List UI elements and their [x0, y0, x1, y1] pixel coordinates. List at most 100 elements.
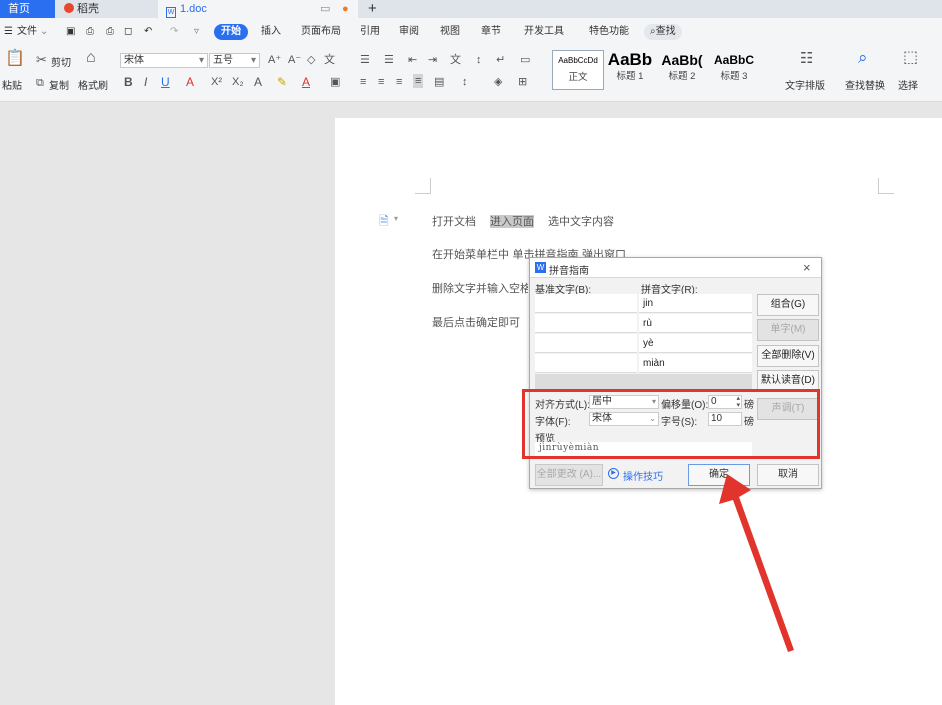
- play-icon[interactable]: ▶: [608, 468, 619, 479]
- redo-icon[interactable]: ↷: [170, 24, 178, 40]
- ruby-text-field[interactable]: rù: [639, 314, 752, 333]
- chinese-layout-icon[interactable]: 文: [450, 53, 461, 67]
- text-layout-button[interactable]: 文字排版: [785, 77, 825, 92]
- menu-review[interactable]: 审阅: [399, 24, 419, 40]
- menu-view[interactable]: 视图: [440, 24, 460, 40]
- ruby-text-field[interactable]: miàn: [639, 354, 752, 373]
- strikethrough-icon[interactable]: A: [186, 75, 194, 89]
- text-layout-icon[interactable]: ☷: [800, 51, 813, 66]
- base-text-field[interactable]: [535, 354, 637, 373]
- superscript-icon[interactable]: X²: [211, 75, 222, 89]
- style-name: 标题 3: [720, 71, 748, 82]
- ruby-text-field[interactable]: jin: [639, 294, 752, 313]
- style-heading-2[interactable]: AaBb( 标题 2: [656, 50, 708, 90]
- show-marks-icon[interactable]: ↵: [496, 53, 505, 67]
- chevron-down-icon[interactable]: ▾: [394, 214, 398, 223]
- base-text-field[interactable]: [535, 314, 637, 333]
- scissors-icon[interactable]: ✂: [36, 53, 47, 67]
- paragraph-handle-icon[interactable]: 🗎: [379, 212, 389, 233]
- select-button[interactable]: 选择: [898, 77, 918, 92]
- undo-icon[interactable]: ↶: [144, 24, 152, 40]
- bold-icon[interactable]: B: [124, 75, 133, 89]
- menu-developer[interactable]: 开发工具: [524, 24, 564, 40]
- menu-insert[interactable]: 插入: [261, 24, 281, 40]
- annotation-arrow: [719, 474, 794, 652]
- align-left-icon[interactable]: ≡: [360, 75, 366, 89]
- format-painter-icon[interactable]: ⌂: [86, 50, 96, 66]
- tips-link[interactable]: 操作技巧: [623, 468, 663, 483]
- align-right-icon[interactable]: ≡: [396, 75, 402, 89]
- shrink-font-icon[interactable]: A⁻: [288, 53, 301, 67]
- ruby-text-field[interactable]: yè: [639, 334, 752, 353]
- menu-search[interactable]: ⌕查找: [644, 24, 682, 40]
- apply-all-button[interactable]: 全部更改 (A)...: [535, 464, 603, 486]
- base-text-field[interactable]: [535, 334, 637, 353]
- menu-references[interactable]: 引用: [360, 24, 380, 40]
- chevron-down-icon[interactable]: ⌄: [40, 24, 48, 40]
- comment-icon[interactable]: ▭: [320, 0, 330, 18]
- increase-indent-icon[interactable]: ⇥: [428, 53, 437, 67]
- underline-icon[interactable]: U: [161, 75, 170, 89]
- dialog-title-bar[interactable]: W 拼音指南 ×: [530, 258, 821, 278]
- more-icon[interactable]: ▿: [194, 24, 199, 40]
- italic-icon[interactable]: I: [144, 75, 147, 89]
- pinyin-guide-icon[interactable]: 文: [324, 53, 335, 67]
- cut-button[interactable]: 剪切: [51, 54, 71, 69]
- menu-start[interactable]: 开始: [214, 24, 248, 40]
- grow-font-icon[interactable]: A⁺: [268, 53, 281, 67]
- print-icon[interactable]: ⎙: [106, 24, 114, 40]
- char-border-icon[interactable]: ▣: [330, 75, 340, 89]
- sort-icon[interactable]: ↕: [476, 53, 482, 67]
- decrease-indent-icon[interactable]: ⇤: [408, 53, 417, 67]
- text-effect-icon[interactable]: A: [254, 75, 262, 89]
- align-center-icon[interactable]: ≡: [378, 75, 384, 89]
- numbered-list-icon[interactable]: ☰: [384, 53, 394, 67]
- line-spacing-icon[interactable]: ↕: [462, 75, 468, 89]
- daoke-icon: [64, 3, 74, 13]
- tab-document[interactable]: W 1.doc ▭ ●: [158, 0, 358, 18]
- export-icon[interactable]: ⎙: [86, 24, 94, 40]
- subscript-icon[interactable]: X₂: [232, 75, 244, 89]
- save-icon[interactable]: ▣: [66, 24, 75, 40]
- menu-page-layout[interactable]: 页面布局: [301, 24, 341, 40]
- font-color-icon[interactable]: A: [302, 75, 310, 89]
- border-icon[interactable]: ⊞: [518, 75, 527, 89]
- doc-selected-text[interactable]: 进入页面: [490, 215, 534, 228]
- font-size-select[interactable]: 五号 ▾: [209, 53, 260, 68]
- tab-daoke[interactable]: 稻壳: [56, 0, 146, 18]
- close-icon[interactable]: ×: [803, 260, 811, 275]
- shading-icon[interactable]: ◈: [494, 75, 502, 89]
- menu-file[interactable]: 文件: [17, 24, 37, 40]
- distributed-icon[interactable]: ▤: [434, 75, 444, 89]
- bullet-list-icon[interactable]: ☰: [360, 53, 370, 67]
- margin-corner-marker: [878, 178, 894, 194]
- base-text-field[interactable]: [535, 294, 637, 313]
- paste-button[interactable]: 粘贴: [2, 77, 22, 92]
- format-painter-button[interactable]: 格式刷: [78, 77, 108, 92]
- table-icon[interactable]: ▭: [520, 53, 530, 67]
- find-replace-button[interactable]: 查找替换: [845, 77, 885, 92]
- print-preview-icon[interactable]: ◻: [124, 24, 132, 40]
- doc-line-4: 最后点击确定即可: [432, 316, 520, 329]
- clear-all-button[interactable]: 全部删除(V): [757, 345, 819, 367]
- new-tab-button[interactable]: +: [368, 0, 388, 18]
- tab-home[interactable]: 首页: [0, 0, 55, 18]
- menu-chapter[interactable]: 章节: [481, 24, 501, 40]
- style-heading-1[interactable]: AaBb 标题 1: [604, 50, 656, 90]
- highlight-icon[interactable]: ✎: [277, 75, 287, 89]
- combine-button[interactable]: 组合(G): [757, 294, 819, 316]
- single-char-button[interactable]: 单字(M): [757, 319, 819, 341]
- paste-icon[interactable]: 📋: [5, 51, 25, 67]
- copy-icon[interactable]: ⧉: [36, 76, 44, 90]
- ribbon-toolbar: 📋 粘贴 ✂ 剪切 ⧉ 复制 ⌂ 格式刷 宋体 ▾ 五号 ▾ A⁺ A⁻ ◇ 文 B…: [0, 46, 942, 102]
- clear-format-icon[interactable]: ◇: [307, 53, 315, 67]
- style-normal[interactable]: AaBbCcDd 正文: [552, 50, 604, 90]
- menu-features[interactable]: 特色功能: [589, 24, 629, 40]
- hamburger-icon[interactable]: ☰: [4, 24, 13, 40]
- justify-icon[interactable]: ≡: [413, 74, 424, 88]
- style-heading-3[interactable]: AaBbC 标题 3: [708, 50, 760, 90]
- find-replace-icon[interactable]: ⌕: [858, 49, 868, 66]
- copy-button[interactable]: 复制: [49, 77, 69, 92]
- select-icon[interactable]: ⬚: [903, 50, 918, 66]
- font-name-select[interactable]: 宋体 ▾: [120, 53, 208, 68]
